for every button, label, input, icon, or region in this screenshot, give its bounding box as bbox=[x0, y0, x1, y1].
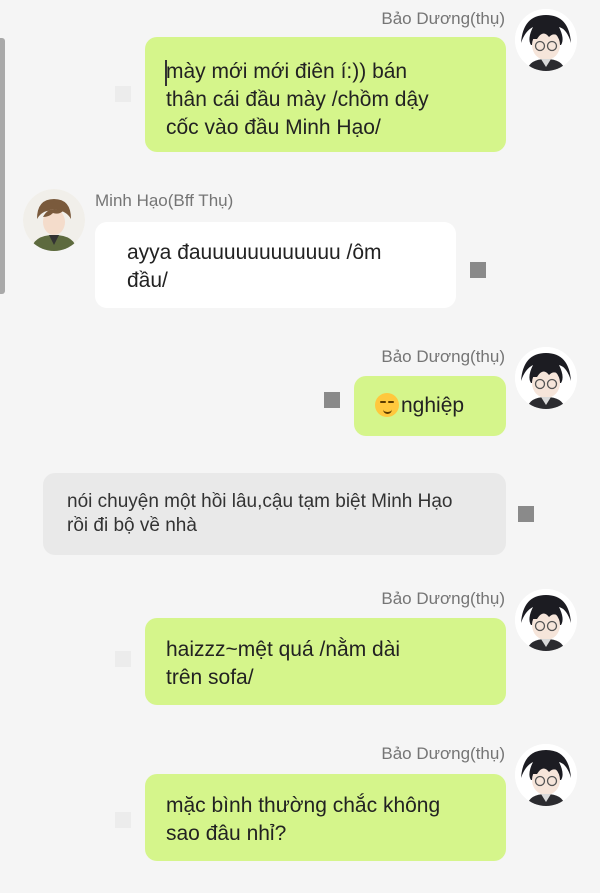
sender-name: Minh Hạo(Bff Thụ) bbox=[95, 191, 234, 210]
status-square-icon bbox=[518, 506, 534, 522]
message-line: thân cái đầu mày /chồm dậy bbox=[166, 88, 429, 111]
message-bubble[interactable]: nghiệp bbox=[354, 376, 506, 436]
message-line: rồi đi bộ về nhà bbox=[67, 515, 197, 536]
bao-duong-avatar-icon[interactable] bbox=[515, 347, 577, 409]
sender-name: Bảo Dương(thụ) bbox=[381, 347, 505, 366]
bao-duong-avatar-icon[interactable] bbox=[515, 744, 577, 806]
status-square-icon bbox=[115, 651, 131, 667]
status-square-icon bbox=[324, 392, 340, 408]
minh-hao-avatar-icon[interactable] bbox=[23, 189, 85, 251]
message-bubble[interactable]: ayya đauuuuuuuuuuuu /ôm đầu/ bbox=[95, 222, 456, 308]
status-square-icon bbox=[115, 812, 131, 828]
message-line: nói chuyện một hồi lâu,cậu tạm biệt Minh… bbox=[67, 491, 453, 512]
bao-duong-avatar-icon[interactable] bbox=[515, 589, 577, 651]
sender-name: Bảo Dương(thụ) bbox=[381, 9, 505, 28]
scroll-indicator[interactable] bbox=[0, 38, 5, 294]
message-line: haizzz~mệt quá /nằm dài bbox=[166, 638, 401, 661]
bao-duong-avatar-icon[interactable] bbox=[515, 9, 577, 71]
message-line: trên sofa/ bbox=[166, 666, 254, 689]
status-square-icon bbox=[470, 262, 486, 278]
sender-name: Bảo Dương(thụ) bbox=[381, 744, 505, 763]
message-line: nghiệp bbox=[401, 394, 465, 417]
status-square-icon bbox=[115, 86, 131, 102]
message-bubble[interactable]: mặc bình thường chắc không sao đâu nhỉ? bbox=[145, 774, 506, 861]
message-bubble[interactable]: haizzz~mệt quá /nằm dài trên sofa/ bbox=[145, 618, 506, 705]
text-cursor bbox=[165, 60, 167, 86]
smirking-face-icon bbox=[375, 393, 399, 417]
message-line: cốc vào đầu Minh Hạo/ bbox=[166, 116, 381, 139]
message-line: sao đâu nhỉ? bbox=[166, 822, 287, 845]
message-line: mày mới mới điên í:)) bán bbox=[166, 60, 408, 83]
message-bubble[interactable]: mày mới mới điên í:)) bán thân cái đầu m… bbox=[145, 37, 506, 152]
message-line: đầu/ bbox=[127, 269, 168, 292]
message-line: ayya đauuuuuuuuuuuu /ôm bbox=[127, 241, 382, 264]
narration-bubble[interactable]: nói chuyện một hồi lâu,cậu tạm biệt Minh… bbox=[43, 473, 506, 555]
sender-name: Bảo Dương(thụ) bbox=[381, 589, 505, 608]
message-line: mặc bình thường chắc không bbox=[166, 794, 441, 817]
